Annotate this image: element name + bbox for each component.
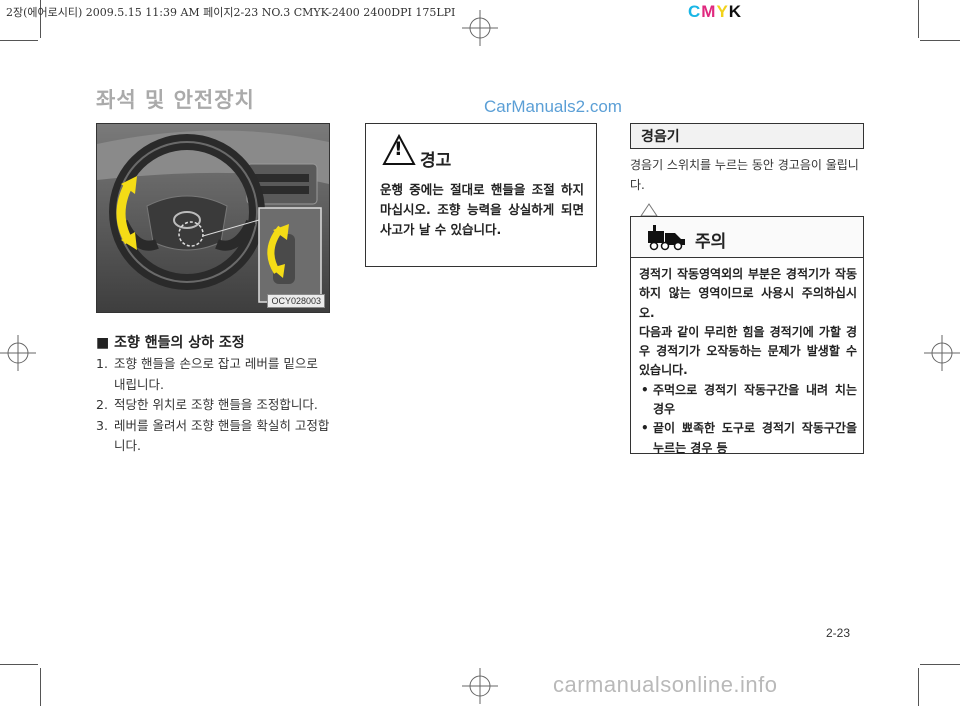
bullet-icon: • [641,421,649,436]
steering-steps: 1. 조향 핸들을 손으로 잡고 레버를 밑으로 내립니다. 2. 적당한 위치… [96,354,332,457]
horn-heading-bar: 경음기 [630,123,864,149]
horn-description: 경음기 스위치를 누르는 동안 경고음이 울립니다. [630,158,859,192]
registration-mark-bottom [462,668,498,704]
crop-mark [40,668,41,706]
cmyk-label: CMYK [688,2,742,22]
crop-mark [918,0,919,38]
crop-mark [918,668,919,706]
crop-mark [920,40,960,41]
list-item: 3. 레버를 올려서 조향 핸들을 확실히 고정합니다. [96,416,332,457]
caution-bullet: 끝이 뾰족한 도구로 경적기 작동구간을 누르는 경우 등 [653,421,857,455]
list-item: 1. 조향 핸들을 손으로 잡고 레버를 밑으로 내립니다. [96,354,332,395]
registration-mark-right [924,335,960,371]
caution-header: 주의 [631,217,863,258]
caution-title: 주의 [695,232,727,252]
steering-wheel-illustration [97,124,329,312]
cmyk-k: K [728,2,743,21]
figure-code: OCY028003 [267,294,325,308]
warning-box: ! 경고 운행 중에는 절대로 핸들을 조절 하지 마십시오. 조향 능력을 상… [365,123,597,267]
step-number: 1. [96,356,108,371]
caution-paragraph: 다음과 같이 무리한 힘을 경적기에 가할 경우 경적기가 오작동하는 문제가 … [639,324,857,378]
step-number: 2. [96,397,108,412]
crop-mark [920,664,960,665]
list-item: • 끝이 뾰족한 도구로 경적기 작동구간을 누르는 경우 등 [639,419,857,458]
horn-title: 경음기 [641,129,680,145]
footer-watermark: carmanualsonline.info [553,672,778,697]
warning-title: 경고 [420,151,452,171]
section-title: 좌석 및 안전장치 [96,88,255,112]
steering-heading: ■ 조향 핸들의 상하 조정 [96,335,245,351]
cmyk-c: C [688,2,702,21]
warning-body: 운행 중에는 절대로 핸들을 조절 하지 마십시오. 조향 능력을 상실하게 되… [380,182,584,237]
step-text: 조향 핸들을 손으로 잡고 레버를 밑으로 내립니다. [114,356,318,392]
step-text: 레버를 올려서 조향 핸들을 확실히 고정합니다. [114,417,330,454]
crop-mark [0,664,38,665]
step-text: 적당한 위치로 조향 핸들을 조정합니다. [114,397,318,412]
list-item: • 주먹으로 경적기 작동구간을 내려 치는 경우 [639,381,857,420]
cmyk-m: M [701,2,717,21]
warning-icon-symbol: ! [394,138,403,160]
list-item: 2. 적당한 위치로 조향 핸들을 조정합니다. [96,395,332,416]
caution-box: 주의 경적기 작동영역외의 부분은 경적기가 작동하지 않는 영역이므로 사용시… [630,216,864,455]
crop-mark [0,40,38,41]
caution-bullet: 주먹으로 경적기 작동구간을 내려 치는 경우 [653,382,857,417]
step-number: 3. [96,417,108,433]
caution-tab-icon [640,203,658,217]
page-number: 2-23 [826,626,851,640]
print-info: 2장(에어로시티) 2009.5.15 11:39 AM 페이지2-23 NO.… [6,6,456,19]
steering-wheel-figure: OCY028003 [96,123,330,313]
watermark: CarManuals2.com [484,97,622,116]
bullet-icon: • [641,382,649,397]
registration-mark-top [462,10,498,46]
caution-paragraph: 경적기 작동영역외의 부분은 경적기가 작동하지 않는 영역이므로 사용시 주의… [639,267,857,320]
caution-body: 경적기 작동영역외의 부분은 경적기가 작동하지 않는 영역이므로 사용시 주의… [639,265,857,458]
cmyk-y: Y [716,2,729,21]
car-caution-icon [648,225,685,251]
registration-mark-left [0,335,36,371]
